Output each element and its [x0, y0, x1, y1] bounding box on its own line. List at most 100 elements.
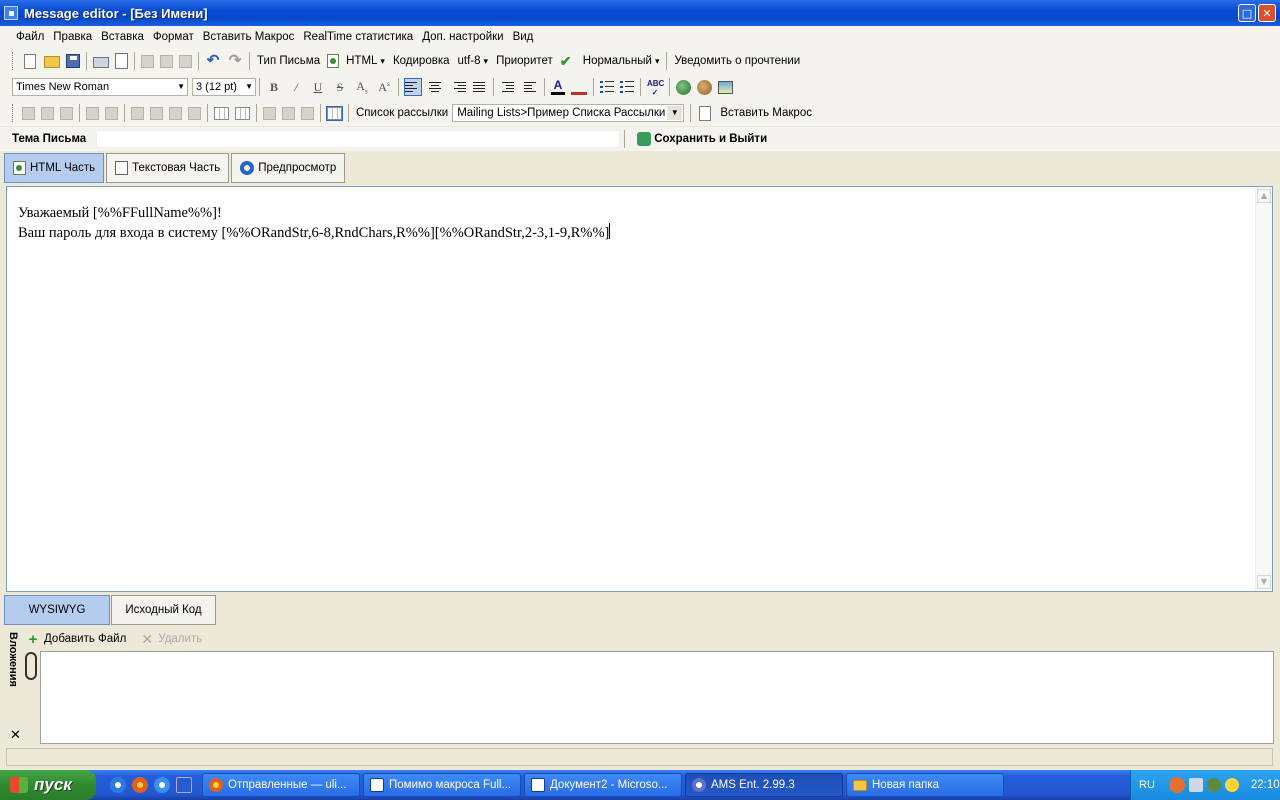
- align-left-icon[interactable]: [404, 78, 422, 96]
- paste-icon[interactable]: [179, 54, 192, 68]
- word-icon: [370, 778, 384, 792]
- row-props-icon[interactable]: [263, 106, 276, 120]
- tab-html-part[interactable]: HTML Часть: [4, 153, 105, 183]
- split-cells-icon[interactable]: [105, 106, 118, 120]
- add-file-button[interactable]: Добавить Файл: [44, 633, 126, 645]
- info-icon[interactable]: [1206, 778, 1221, 792]
- taskbar-item-word-2[interactable]: Документ2 - Microso...: [524, 773, 682, 797]
- align-right-icon[interactable]: [448, 78, 466, 96]
- show-desktop-icon[interactable]: [176, 777, 192, 793]
- superscript-icon[interactable]: As: [375, 80, 393, 95]
- save-icon[interactable]: [66, 54, 80, 68]
- firefox-icon[interactable]: [132, 777, 148, 793]
- wysiwyg-editor[interactable]: Уважаемый [%%FFullName%%]! Ваш пароль дл…: [6, 186, 1273, 592]
- start-button[interactable]: пуск: [0, 770, 96, 800]
- outdent-icon[interactable]: [521, 78, 539, 96]
- language-indicator[interactable]: RU: [1139, 779, 1155, 791]
- menu-realtime-stats[interactable]: RealTime статистика: [303, 31, 413, 43]
- quick-launch: [110, 777, 192, 793]
- cell-split-v-icon[interactable]: [150, 106, 163, 120]
- tray-expand-icon[interactable]: [1168, 777, 1185, 793]
- notification-icon[interactable]: [1224, 778, 1239, 792]
- font-color-icon[interactable]: A: [551, 79, 565, 95]
- underline-icon[interactable]: U: [309, 80, 327, 95]
- tab-wysiwyg[interactable]: WYSIWYG: [4, 595, 110, 625]
- print-preview-icon[interactable]: [115, 53, 128, 69]
- attachments-list[interactable]: [40, 651, 1274, 744]
- insert-macro-button[interactable]: Вставить Макрос: [720, 107, 812, 119]
- indent-icon[interactable]: [499, 78, 517, 96]
- hyperlink-icon[interactable]: [676, 79, 691, 95]
- scroll-down-icon[interactable]: ▼: [1257, 575, 1271, 589]
- network-icon[interactable]: [1188, 778, 1203, 792]
- italic-icon[interactable]: /: [287, 80, 305, 95]
- insert-table-icon[interactable]: [326, 105, 343, 121]
- anchor-icon[interactable]: [697, 79, 712, 95]
- menu-view[interactable]: Вид: [513, 31, 534, 43]
- browser-icon[interactable]: [154, 777, 170, 793]
- cell-merge-right-icon[interactable]: [188, 106, 201, 120]
- open-folder-icon[interactable]: [44, 56, 60, 68]
- toolbar-grip[interactable]: [12, 52, 15, 70]
- table-grid-icon[interactable]: [235, 106, 250, 120]
- toolbar-grip[interactable]: [12, 104, 15, 122]
- align-justify-icon[interactable]: [470, 78, 488, 96]
- menu-insert[interactable]: Вставка: [101, 31, 144, 43]
- priority-dropdown[interactable]: Нормальный: [583, 55, 660, 67]
- delete-file-button[interactable]: Удалить: [158, 633, 202, 645]
- menu-edit[interactable]: Правка: [53, 31, 92, 43]
- tab-source-code[interactable]: Исходный Код: [111, 595, 216, 625]
- table-props-icon[interactable]: [214, 106, 229, 120]
- maximize-button[interactable]: □: [1238, 4, 1256, 22]
- subscript-icon[interactable]: As: [353, 79, 371, 95]
- close-pane-icon[interactable]: ✕: [10, 728, 21, 743]
- save-exit-button[interactable]: Сохранить и Выйти: [634, 132, 767, 146]
- menu-format[interactable]: Формат: [153, 31, 194, 43]
- strikethrough-icon[interactable]: S: [331, 80, 349, 95]
- new-document-icon[interactable]: [24, 53, 36, 69]
- numbered-list-icon[interactable]: [620, 79, 634, 95]
- read-receipt-button[interactable]: Уведомить о прочтении: [674, 55, 800, 67]
- taskbar-item-word-1[interactable]: Помимо макроса Full...: [363, 773, 521, 797]
- ams-icon: [692, 778, 706, 792]
- editor-scrollbar[interactable]: ▲ ▼: [1255, 187, 1272, 591]
- tab-text-part[interactable]: Текстовая Часть: [106, 153, 230, 183]
- taskbar-item-ams[interactable]: AMS Ent. 2.99.3: [685, 773, 843, 797]
- cell-split-h-icon[interactable]: [131, 106, 144, 120]
- cell-merge-left-icon[interactable]: [169, 106, 182, 120]
- undo-icon[interactable]: ↶: [205, 53, 221, 69]
- spellcheck-icon[interactable]: ABC ✓: [647, 79, 664, 97]
- align-center-icon[interactable]: [426, 78, 444, 96]
- editor-content[interactable]: Уважаемый [%%FFullName%%]! Ваш пароль дл…: [18, 203, 611, 243]
- copy-icon[interactable]: [160, 54, 173, 68]
- mailing-list-select[interactable]: Mailing Lists>Пример Списка Рассылки ▼: [452, 104, 685, 122]
- insert-column-icon[interactable]: [41, 106, 54, 120]
- font-size-select[interactable]: 3 (12 pt) ▼: [192, 78, 256, 96]
- bold-icon[interactable]: B: [265, 80, 283, 95]
- app-icon[interactable]: [4, 6, 18, 20]
- redo-icon[interactable]: ↷: [227, 53, 243, 69]
- merge-cells-icon[interactable]: [86, 106, 99, 120]
- tab-preview[interactable]: Предпросмотр: [231, 153, 346, 183]
- subject-input[interactable]: [96, 130, 621, 148]
- insert-row-icon[interactable]: [22, 106, 35, 120]
- menu-file[interactable]: Файл: [16, 31, 44, 43]
- col-props-icon[interactable]: [282, 106, 295, 120]
- bullet-list-icon[interactable]: [600, 79, 614, 95]
- scroll-up-icon[interactable]: ▲: [1257, 189, 1271, 203]
- menu-insert-macro[interactable]: Вставить Макрос: [203, 31, 295, 43]
- ie-icon[interactable]: [110, 777, 126, 793]
- cell-props-icon[interactable]: [301, 106, 314, 120]
- cut-icon[interactable]: [141, 54, 154, 68]
- mail-type-dropdown[interactable]: HTML: [346, 55, 385, 67]
- insert-image-icon[interactable]: [718, 81, 733, 94]
- encoding-dropdown[interactable]: utf-8: [458, 55, 489, 67]
- menu-extra-settings[interactable]: Доп. настройки: [422, 31, 503, 43]
- taskbar-item-folder[interactable]: Новая папка: [846, 773, 1004, 797]
- close-button[interactable]: ✕: [1258, 4, 1276, 22]
- print-icon[interactable]: [93, 57, 109, 68]
- delete-row-icon[interactable]: [60, 106, 73, 120]
- font-family-select[interactable]: Times New Roman ▼: [12, 78, 188, 96]
- taskbar-item-firefox[interactable]: Отправленные — uli...: [202, 773, 360, 797]
- highlight-icon[interactable]: [571, 79, 587, 95]
